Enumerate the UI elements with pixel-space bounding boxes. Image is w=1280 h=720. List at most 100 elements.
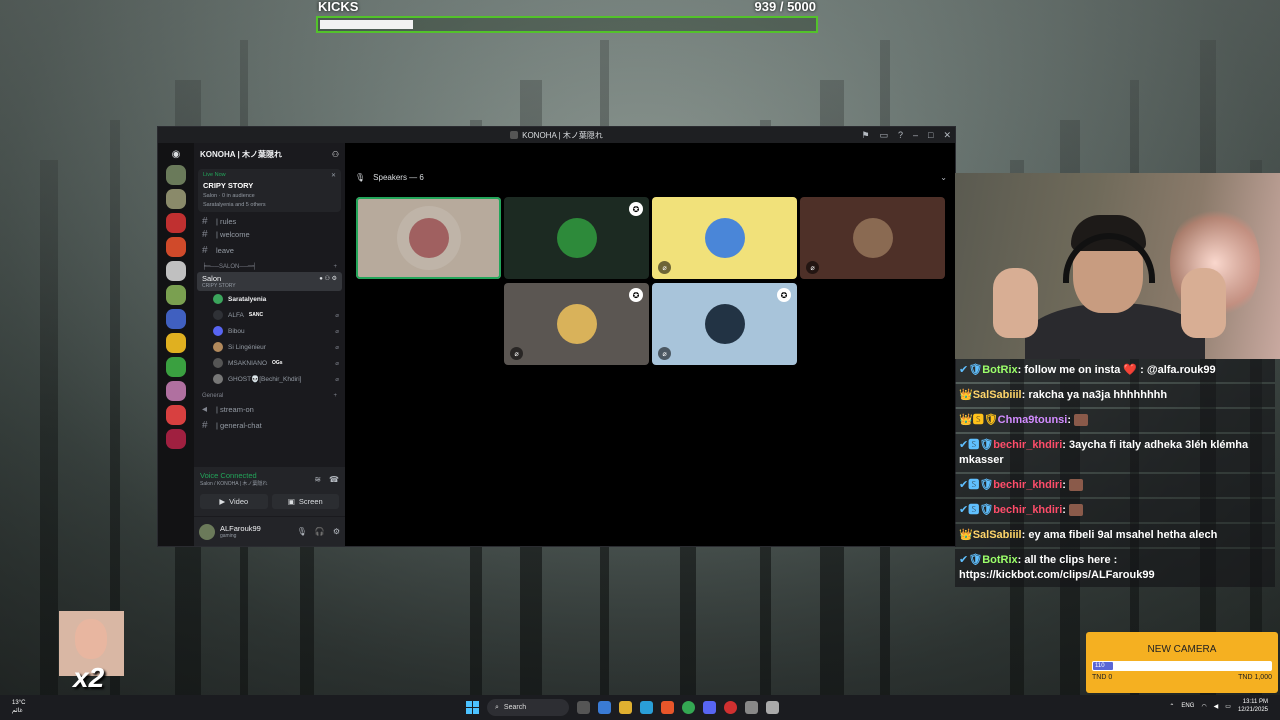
goal-end: TND 1,000 — [1238, 674, 1272, 681]
server-icon[interactable] — [166, 333, 186, 353]
maximize-button[interactable]: □ — [928, 130, 933, 140]
obs-icon[interactable] — [724, 701, 737, 714]
chat-username: Chma9tounsi — [997, 414, 1068, 426]
speaker-tile[interactable]: ⌀ ✪ — [504, 283, 649, 365]
app-icon[interactable] — [745, 701, 758, 714]
channel-rules[interactable]: # | rules — [194, 216, 345, 227]
search-placeholder: Search — [503, 704, 527, 711]
task-view-icon[interactable] — [577, 701, 590, 714]
live-stage-card[interactable]: Live Now ✕ CRIPY STORY Salon · 0 in audi… — [198, 169, 341, 212]
avatar — [213, 374, 223, 384]
server-list[interactable]: ◉ — [158, 143, 194, 546]
goal-progress-bar: 110 — [1092, 661, 1272, 671]
chevron-down-icon[interactable]: ⌄ — [940, 173, 947, 182]
speaker-tile[interactable]: ✪ — [504, 197, 649, 279]
noise-suppression-icon[interactable]: ≋ — [314, 475, 321, 484]
voice-member[interactable]: GHOST💀[Bechir_Khdiri] ⌀ — [194, 371, 345, 387]
server-icon[interactable] — [166, 405, 186, 425]
server-icon[interactable] — [166, 381, 186, 401]
battery-icon[interactable]: ▭ — [1225, 703, 1231, 710]
screen-icon: ▣ — [287, 497, 295, 506]
chat-message: 👑🆂🛡Chma9tounsi: — [955, 409, 1275, 432]
voice-channel-actions[interactable]: ● ⚇ ⚙ — [319, 275, 337, 282]
video-label: Video — [229, 497, 249, 506]
start-button[interactable] — [466, 701, 479, 714]
video-button[interactable]: ▶ Video — [200, 494, 268, 509]
voice-member[interactable]: Bibou ⌀ — [194, 323, 345, 339]
category-general[interactable]: General + — [194, 387, 345, 401]
server-header[interactable]: KONOHA | 木ノ葉隠れ ⚇ — [194, 143, 345, 165]
time: 13:11 PM — [1242, 699, 1268, 705]
server-icon — [510, 131, 519, 139]
speaker-tile[interactable]: ⌀ — [652, 197, 797, 279]
chevron-up-icon[interactable]: ⌃ — [1169, 703, 1174, 710]
close-icon[interactable]: ✕ — [331, 172, 336, 179]
speaker-tile[interactable]: ⌀ — [800, 197, 945, 279]
weather-widget[interactable]: 13°C غائم — [12, 699, 25, 715]
taskbar-search[interactable]: ⌕ Search — [487, 699, 569, 716]
app-icon[interactable] — [766, 701, 779, 714]
user-panel[interactable]: ALFarouk99 gaming 🎙 🎧 ⚙ — [194, 516, 345, 546]
file-explorer-icon[interactable] — [619, 701, 632, 714]
settings-icon[interactable]: ⚙ — [333, 527, 340, 536]
avatar[interactable] — [199, 523, 215, 540]
channel-label: | welcome — [216, 229, 250, 239]
chat-text: follow me on insta ❤️ : @alfa.rouk99 — [1024, 364, 1216, 376]
add-channel-icon[interactable]: + — [333, 264, 337, 270]
voice-member[interactable]: Si Lingénieur ⌀ — [194, 339, 345, 355]
system-tray: ⌃ ENG ◠ ◀ ▭ 13:11 PM 12/21/2025 — [1169, 698, 1268, 714]
chat-badges: ✔🛡 — [959, 554, 983, 566]
help-icon[interactable]: ? — [898, 130, 903, 140]
inbox-icon[interactable]: ▭ — [879, 130, 888, 141]
server-icon[interactable] — [166, 261, 186, 281]
server-icon[interactable] — [166, 429, 186, 449]
wifi-icon[interactable]: ◠ — [1201, 703, 1206, 710]
copilot-icon[interactable] — [598, 701, 611, 714]
voice-member[interactable]: MSAKNIANO OGs ⌀ — [194, 355, 345, 371]
channel-welcome[interactable]: # | welcome — [194, 226, 345, 242]
language-indicator[interactable]: ENG — [1181, 703, 1194, 709]
add-channel-icon[interactable]: + — [333, 393, 337, 399]
brave-icon[interactable] — [661, 701, 674, 714]
close-button[interactable]: ✕ — [943, 130, 951, 141]
channel-stream-on[interactable]: ◂ | stream-on — [194, 401, 345, 417]
channel-general-chat[interactable]: # | general-chat — [194, 417, 345, 433]
discord-home-icon[interactable]: ◉ — [158, 143, 194, 165]
category-salon[interactable]: ╞═──SALON──═╡ + — [194, 258, 345, 272]
server-icon[interactable] — [166, 189, 186, 209]
minimize-button[interactable]: – — [913, 130, 918, 140]
live-meta: Salon · 0 in audience — [203, 193, 255, 199]
goal-title: NEW CAMERA — [1147, 644, 1217, 655]
edge-icon[interactable] — [640, 701, 653, 714]
disconnect-icon[interactable]: ☎ — [329, 475, 339, 484]
discord-window[interactable]: KONOHA | 木ノ葉隠れ ⚑ ▭ ? – □ ✕ ◉ KONOHA | 木ノ… — [157, 126, 956, 547]
add-member-icon[interactable]: ⚇ — [332, 150, 339, 159]
headphones-icon[interactable]: 🎧 — [315, 527, 325, 536]
live-status: Live Now — [203, 172, 226, 178]
speaker-tile[interactable]: ⌀ ✪ — [652, 283, 797, 365]
screen-share-button[interactable]: ▣ Screen — [271, 494, 339, 509]
voice-connection-panel: Voice Connected Salon / KONOHA | 木ノ葉隠れ ≋… — [194, 467, 345, 521]
voice-member[interactable]: Saratalyenia — [194, 291, 345, 307]
channel-label: | stream-on — [216, 404, 254, 414]
voice-channel-salon[interactable]: Salon ● ⚇ ⚙ CRIPY STORY — [197, 272, 342, 291]
discord-titlebar[interactable]: KONOHA | 木ノ葉隠れ ⚑ ▭ ? – □ ✕ — [158, 127, 955, 143]
speaker-tile[interactable] — [356, 197, 501, 279]
volume-icon[interactable]: ◀ — [1214, 703, 1219, 710]
flag-icon[interactable]: ⚑ — [861, 130, 869, 141]
server-icon[interactable] — [166, 213, 186, 233]
voice-member[interactable]: ALFA SANC ⌀ — [194, 307, 345, 323]
chrome-icon[interactable] — [682, 701, 695, 714]
discord-icon[interactable] — [703, 701, 716, 714]
server-icon[interactable] — [166, 237, 186, 257]
channel-leave[interactable]: # leave — [194, 242, 345, 258]
server-icon[interactable] — [166, 357, 186, 377]
clock[interactable]: 13:11 PM 12/21/2025 — [1238, 698, 1268, 714]
server-icon[interactable] — [166, 309, 186, 329]
channel-label: | rules — [216, 216, 237, 226]
muted-mic-icon: ⌀ — [335, 344, 339, 351]
server-icon[interactable] — [166, 165, 186, 185]
microphone-icon[interactable]: 🎙 — [297, 527, 307, 536]
goal-start: TND 0 — [1092, 674, 1113, 681]
server-icon[interactable] — [166, 285, 186, 305]
